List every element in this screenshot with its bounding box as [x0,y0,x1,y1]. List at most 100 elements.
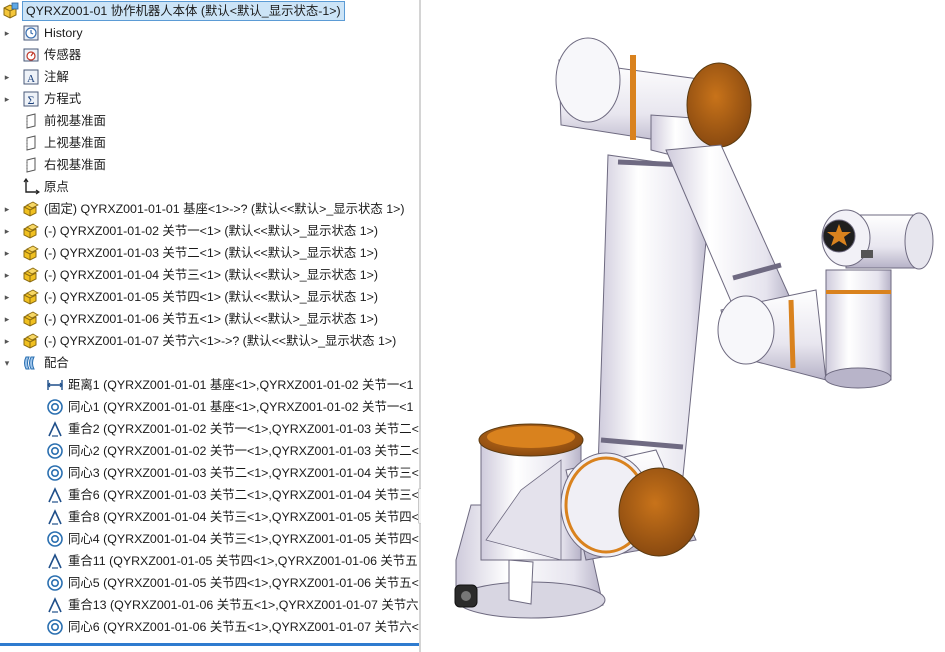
tree-item-label[interactable]: 右视基准面 [44,154,106,176]
part-icon [22,332,40,350]
tree-item-label[interactable]: (-) QYRXZ001-01-04 关节三<1> (默认<<默认>_显示状态 … [44,264,378,286]
expand-arrow-icon[interactable]: ▸ [2,264,12,286]
svg-text:Σ: Σ [28,93,35,107]
mate-item-label[interactable]: 重合6 (QYRXZ001-01-03 关节二<1>,QYRXZ001-01-0… [68,484,419,506]
expand-arrow-icon[interactable]: ▸ [2,198,12,220]
part-icon [22,310,40,328]
mate-item-label[interactable]: 重合13 (QYRXZ001-01-06 关节五<1>,QYRXZ001-01-… [68,594,419,616]
graphics-viewport[interactable] [421,0,945,652]
expand-arrow-icon[interactable]: ▸ [2,220,12,242]
tree-item-5[interactable]: 上视基准面 [0,132,419,154]
mate-item-label[interactable]: 重合8 (QYRXZ001-01-04 关节三<1>,QYRXZ001-01-0… [68,506,419,528]
plane-icon [22,156,40,174]
tree-item-label[interactable]: 原点 [44,176,69,198]
tree-item-14[interactable]: ▸ (-) QYRXZ001-01-07 关节六<1>->? (默认<<默认>_显… [0,330,419,352]
tree-item-label[interactable]: 传感器 [44,44,81,66]
tree-item-9[interactable]: ▸ (-) QYRXZ001-01-02 关节一<1> (默认<<默认>_显示状态… [0,220,419,242]
mate-item-label[interactable]: 同心4 (QYRXZ001-01-04 关节三<1>,QYRXZ001-01-0… [68,528,419,550]
part-icon [22,200,40,218]
tree-item-12[interactable]: ▸ (-) QYRXZ001-01-05 关节四<1> (默认<<默认>_显示状态… [0,286,419,308]
tree-item-label[interactable]: (-) QYRXZ001-01-03 关节二<1> (默认<<默认>_显示状态 … [44,242,378,264]
mates-icon [22,354,40,372]
tree-item-label[interactable]: (-) QYRXZ001-01-07 关节六<1>->? (默认<<默认>_显示… [44,330,396,352]
expand-arrow-icon[interactable]: ▸ [2,88,12,110]
assembly-icon [2,2,20,20]
coincident-mate-icon [46,508,64,526]
mate-item-label[interactable]: 同心6 (QYRXZ001-01-06 关节五<1>,QYRXZ001-01-0… [68,616,419,638]
mate-item-label[interactable]: 重合2 (QYRXZ001-01-02 关节一<1>,QYRXZ001-01-0… [68,418,419,440]
mate-item-6[interactable]: 重合8 (QYRXZ001-01-04 关节三<1>,QYRXZ001-01-0… [0,506,419,528]
part-icon [22,222,40,240]
tree-item-label[interactable]: (-) QYRXZ001-01-06 关节五<1> (默认<<默认>_显示状态 … [44,308,378,330]
tree-item-8[interactable]: ▸ (固定) QYRXZ001-01-01 基座<1>->? (默认<<默认>_显… [0,198,419,220]
tree-item-label[interactable]: 配合 [44,352,69,374]
distance-mate-icon [46,376,64,394]
expand-arrow-icon[interactable]: ▸ [2,330,12,352]
base-connector-icon [454,584,478,608]
tree-item-label[interactable]: 方程式 [44,88,81,110]
tree-item-label[interactable]: 注解 [44,66,69,88]
mate-item-2[interactable]: 重合2 (QYRXZ001-01-02 关节一<1>,QYRXZ001-01-0… [0,418,419,440]
mate-item-5[interactable]: 重合6 (QYRXZ001-01-03 关节二<1>,QYRXZ001-01-0… [0,484,419,506]
mate-item-label[interactable]: 同心5 (QYRXZ001-01-05 关节四<1>,QYRXZ001-01-0… [68,572,419,594]
concentric-mate-icon [46,442,64,460]
tree-item-1[interactable]: 传感器 [0,44,419,66]
tree-item-10[interactable]: ▸ (-) QYRXZ001-01-03 关节二<1> (默认<<默认>_显示状态… [0,242,419,264]
mate-item-11[interactable]: 同心6 (QYRXZ001-01-06 关节五<1>,QYRXZ001-01-0… [0,616,419,638]
concentric-mate-icon [46,530,64,548]
tree-item-13[interactable]: ▸ (-) QYRXZ001-01-06 关节五<1> (默认<<默认>_显示状态… [0,308,419,330]
tree-item-label[interactable]: 上视基准面 [44,132,106,154]
tree-item-label[interactable]: (固定) QYRXZ001-01-01 基座<1>->? (默认<<默认>_显示… [44,198,404,220]
tree-root-label[interactable]: QYRXZ001-01 协作机器人本体 (默认<默认_显示状态-1>) [22,1,345,21]
tree-item-label[interactable]: 前视基准面 [44,110,106,132]
tree-item-label[interactable]: (-) QYRXZ001-01-05 关节四<1> (默认<<默认>_显示状态 … [44,286,378,308]
expand-arrow-icon[interactable]: ▸ [2,308,12,330]
tree-item-3[interactable]: ▸ Σ 方程式 [0,88,419,110]
concentric-mate-icon [46,618,64,636]
mate-item-0[interactable]: 距离1 (QYRXZ001-01-01 基座<1>,QYRXZ001-01-02… [0,374,419,396]
tree-item-0[interactable]: ▸ History [0,22,419,44]
mate-item-3[interactable]: 同心2 (QYRXZ001-01-02 关节一<1>,QYRXZ001-01-0… [0,440,419,462]
mate-item-8[interactable]: 重合11 (QYRXZ001-01-05 关节四<1>,QYRXZ001-01-… [0,550,419,572]
tree-root[interactable]: QYRXZ001-01 协作机器人本体 (默认<默认_显示状态-1>) [0,0,419,22]
equation-icon: Σ [22,90,40,108]
origin-icon [22,177,41,196]
mate-item-7[interactable]: 同心4 (QYRXZ001-01-04 关节三<1>,QYRXZ001-01-0… [0,528,419,550]
mate-item-label[interactable]: 同心3 (QYRXZ001-01-03 关节二<1>,QYRXZ001-01-0… [68,462,419,484]
mate-item-1[interactable]: 同心1 (QYRXZ001-01-01 基座<1>,QYRXZ001-01-02… [0,396,419,418]
tree-horizontal-scrollbar[interactable] [0,643,419,646]
feature-manager-tree: QYRXZ001-01 协作机器人本体 (默认<默认_显示状态-1>) ▸ His… [0,0,419,652]
sensor-icon [22,46,40,64]
history-icon [22,24,40,42]
mate-item-label[interactable]: 重合11 (QYRXZ001-01-05 关节四<1>,QYRXZ001-01-… [68,550,418,572]
expand-arrow-icon[interactable]: ▸ [2,242,12,264]
coincident-mate-icon [46,596,64,614]
expand-arrow-icon[interactable]: ▸ [2,286,12,308]
mate-item-label[interactable]: 同心1 (QYRXZ001-01-01 基座<1>,QYRXZ001-01-02… [68,396,413,418]
tree-item-4[interactable]: 前视基准面 [0,110,419,132]
tree-item-15[interactable]: ▾ 配合 [0,352,419,374]
tree-item-label[interactable]: (-) QYRXZ001-01-02 关节一<1> (默认<<默认>_显示状态 … [44,220,378,242]
expand-arrow-icon[interactable]: ▸ [2,22,12,44]
robot-arm-model [454,37,934,619]
mate-item-label[interactable]: 同心2 (QYRXZ001-01-02 关节一<1>,QYRXZ001-01-0… [68,440,419,462]
plane-icon [22,112,40,130]
concentric-mate-icon [46,464,64,482]
tree-item-7[interactable]: 原点 [0,176,419,198]
expand-arrow-icon[interactable]: ▸ [2,66,12,88]
tree-item-6[interactable]: 右视基准面 [0,154,419,176]
tree-item-11[interactable]: ▸ (-) QYRXZ001-01-04 关节三<1> (默认<<默认>_显示状态… [0,264,419,286]
tree-item-2[interactable]: ▸ A 注解 [0,66,419,88]
mate-item-4[interactable]: 同心3 (QYRXZ001-01-03 关节二<1>,QYRXZ001-01-0… [0,462,419,484]
mate-item-10[interactable]: 重合13 (QYRXZ001-01-06 关节五<1>,QYRXZ001-01-… [0,594,419,616]
mate-item-9[interactable]: 同心5 (QYRXZ001-01-05 关节四<1>,QYRXZ001-01-0… [0,572,419,594]
coincident-mate-icon [46,552,64,570]
part-icon [22,244,40,262]
annotation-icon: A [22,68,40,86]
mate-item-label[interactable]: 距离1 (QYRXZ001-01-01 基座<1>,QYRXZ001-01-02… [68,374,413,396]
concentric-mate-icon [46,398,64,416]
coincident-mate-icon [46,486,64,504]
coincident-mate-icon [46,420,64,438]
collapse-arrow-icon[interactable]: ▾ [2,352,12,374]
tree-item-label[interactable]: History [44,22,83,44]
